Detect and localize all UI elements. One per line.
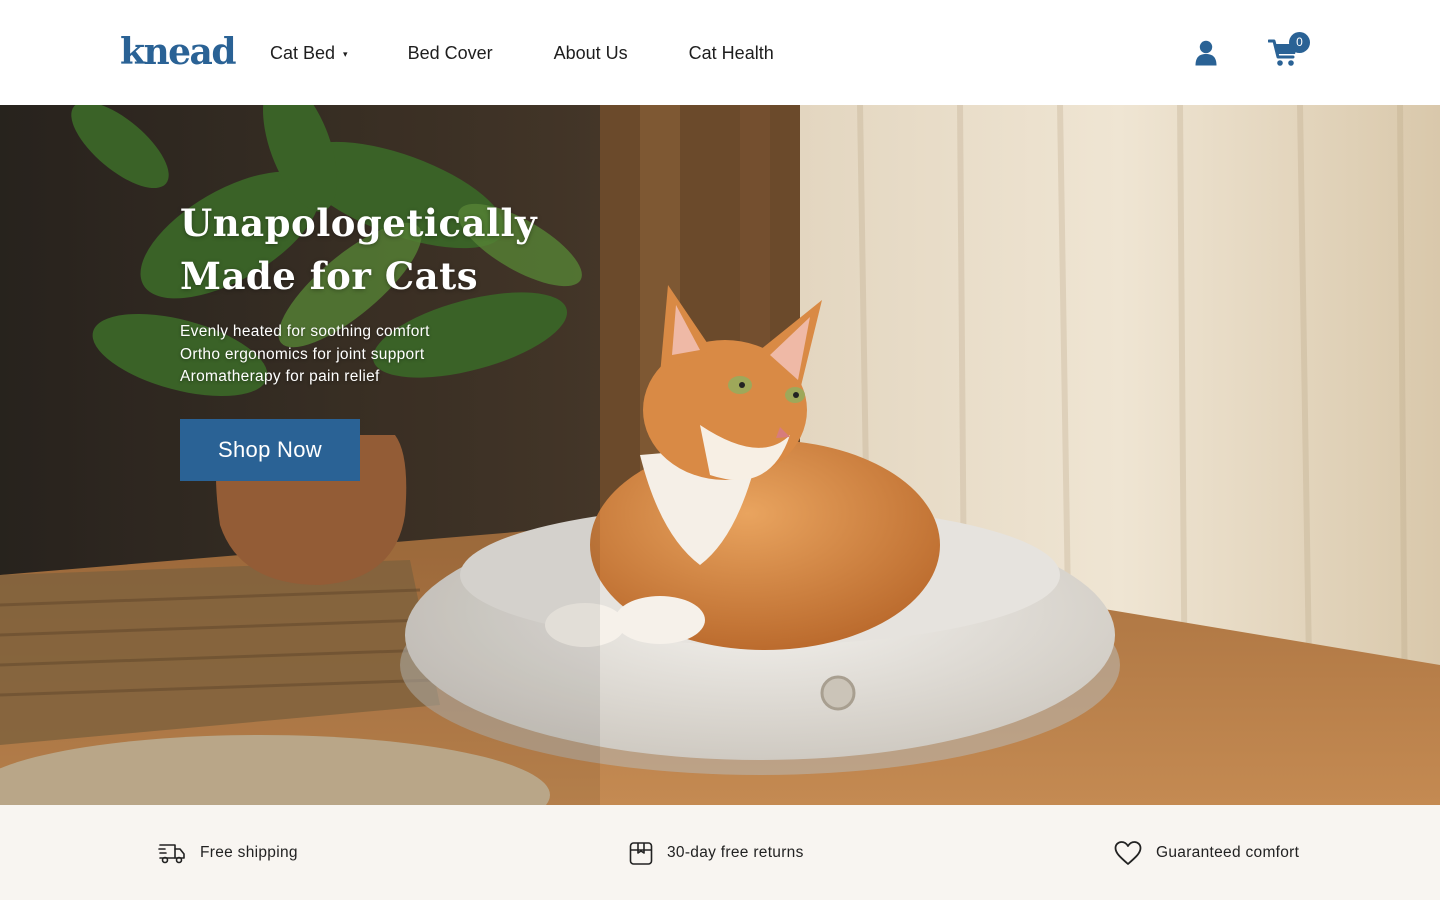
- perk-label: Free shipping: [200, 844, 298, 861]
- main-nav: Cat Bed ▾ Bed Cover About Us Cat Health: [270, 41, 774, 65]
- list-item: Evenly heated for soothing comfort: [180, 323, 430, 340]
- nav-item-cat-health[interactable]: Cat Health: [689, 43, 774, 64]
- nav-item-label: About Us: [553, 42, 628, 63]
- user-icon: [1195, 40, 1217, 66]
- nav-item-label: Cat Health: [688, 42, 774, 63]
- site-header: knead Cat Bed ▾ Bed Cover About Us Cat H…: [0, 0, 1440, 105]
- brand-logo[interactable]: knead: [120, 30, 237, 74]
- delivery-truck-icon: [158, 844, 185, 864]
- hero-banner: Unapologetically Made for Cats Evenly he…: [0, 105, 1440, 805]
- perk-free-shipping: Free shipping: [158, 840, 298, 866]
- shop-now-button[interactable]: Shop Now: [180, 419, 360, 481]
- heart-icon: [1114, 841, 1142, 865]
- perk-label: Guaranteed comfort: [1156, 844, 1300, 861]
- nav-item-bed-cover[interactable]: Bed Cover: [408, 43, 493, 64]
- hero-title-line-1: Unapologetically: [180, 201, 538, 245]
- nav-item-label: Bed Cover: [407, 42, 493, 63]
- perk-free-returns: 30-day free returns: [629, 840, 804, 866]
- hero-feature-list: Evenly heated for soothing comfort Ortho…: [180, 321, 430, 389]
- chevron-down-icon: ▾: [343, 48, 348, 59]
- list-item: Aromatherapy for pain relief: [180, 368, 380, 385]
- perk-label: 30-day free returns: [667, 844, 804, 861]
- perk-guaranteed-comfort: Guaranteed comfort: [1114, 840, 1299, 866]
- hero-title-line-2: Made for Cats: [180, 254, 479, 298]
- list-item: Ortho ergonomics for joint support: [180, 345, 425, 363]
- nav-item-cat-bed[interactable]: Cat Bed ▾: [270, 43, 348, 64]
- hero-title: Unapologetically Made for Cats: [180, 197, 600, 303]
- nav-item-label: Cat Bed: [270, 42, 336, 63]
- return-box-icon: [629, 842, 653, 865]
- account-button[interactable]: [1195, 40, 1217, 66]
- perks-bar: Free shipping 30-day free returns Guaran…: [0, 805, 1440, 900]
- nav-item-about-us[interactable]: About Us: [554, 43, 628, 64]
- cart-count-badge: 0: [1289, 32, 1310, 53]
